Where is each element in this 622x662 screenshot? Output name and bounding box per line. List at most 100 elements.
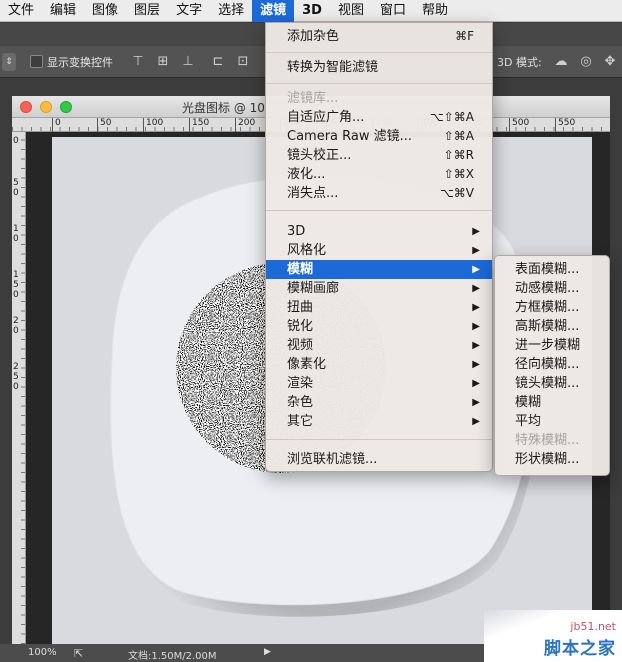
maximize-window-button[interactable] — [60, 101, 72, 113]
submenu-arrow-icon: ▶ — [472, 226, 480, 237]
ruler-left-label: 0 — [13, 136, 19, 146]
submenu-item-shape-blur[interactable]: 形状模糊... — [495, 450, 609, 469]
close-window-button[interactable] — [20, 101, 32, 113]
menu-item-distort[interactable]: 扭曲 ▶ — [266, 298, 492, 317]
menu-item-render[interactable]: 渲染 ▶ — [266, 374, 492, 393]
submenu-item-average[interactable]: 平均 — [495, 412, 609, 431]
status-arrow-icon[interactable]: ▶ — [264, 647, 271, 657]
ruler-left-label: 0 — [13, 382, 19, 392]
menu-item-label: 镜头校正... — [287, 148, 352, 163]
3d-mode-label: 3D 模式: — [497, 56, 542, 69]
submenu-item-blur-more[interactable]: 进一步模糊 — [495, 336, 609, 355]
menu-filter[interactable]: 滤镜 — [252, 0, 295, 22]
tool-preset-arrow-icon[interactable]: ⇕ — [2, 53, 16, 71]
zoom-level[interactable]: 100% — [28, 647, 57, 658]
menu-item-convert-smart-filter[interactable]: 转换为智能滤镜 — [266, 58, 492, 77]
menu-item-label: Camera Raw 滤镜... — [287, 129, 413, 144]
menu-item-label: 滤镜库... — [287, 91, 339, 106]
ruler-left-label: 0 — [13, 188, 19, 198]
ruler-top-label: 550 — [555, 118, 575, 132]
ruler-left-label: 5 — [13, 372, 19, 382]
menu-item-pixelate[interactable]: 像素化 ▶ — [266, 355, 492, 374]
menu-item-label: 浏览联机滤镜... — [287, 452, 378, 467]
menu-item-add-noise[interactable]: 添加杂色 ⌘F — [266, 27, 492, 46]
ruler-left-label: 0 — [13, 290, 19, 300]
menu-separator — [266, 52, 492, 53]
menu-item-stylize[interactable]: 风格化 ▶ — [266, 241, 492, 260]
submenu-item-gaussian-blur[interactable]: 高斯模糊... — [495, 317, 609, 336]
menu-item-label: 风格化 — [287, 243, 327, 258]
menu-item-lens-correction[interactable]: 镜头校正... ⇧⌘R — [266, 146, 492, 165]
menu-separator — [266, 439, 492, 440]
menu-item-label: 消失点... — [287, 186, 339, 201]
align-hcenter-icon[interactable]: ⊡ — [235, 54, 251, 70]
ruler-left-label: 2 — [13, 316, 19, 326]
menu-select[interactable]: 选择 — [210, 0, 252, 22]
submenu-arrow-icon: ▶ — [472, 378, 480, 389]
menu-separator — [266, 210, 492, 211]
ruler-left-label: 2 — [13, 362, 19, 372]
3d-orbit-icon[interactable]: ☁ — [553, 54, 569, 70]
menu-item-camera-raw[interactable]: Camera Raw 滤镜... ⇧⌘A — [266, 127, 492, 146]
menu-layer[interactable]: 图层 — [126, 0, 168, 22]
menu-item-3d[interactable]: 3D ▶ — [266, 222, 492, 241]
menu-item-label: 锐化 — [287, 319, 314, 334]
menu-item-shortcut: ⌥⌘V — [439, 186, 474, 200]
menu-window[interactable]: 窗口 — [372, 0, 414, 22]
menu-item-label: 扭曲 — [287, 300, 314, 315]
minimize-window-button[interactable] — [40, 101, 52, 113]
submenu-item-surface-blur[interactable]: 表面模糊... — [495, 260, 609, 279]
align-left-icon[interactable]: ⊏ — [210, 54, 226, 70]
document-title: 光盘图标 @ 10 — [182, 101, 265, 115]
ruler-left-label: 5 — [13, 178, 19, 188]
menu-item-vanishing-point[interactable]: 消失点... ⌥⌘V — [266, 184, 492, 203]
submenu-arrow-icon: ▶ — [472, 264, 480, 275]
3d-roll-icon[interactable]: ◎ — [578, 54, 594, 70]
menu-item-video[interactable]: 视频 ▶ — [266, 336, 492, 355]
menu-item-noise[interactable]: 杂色 ▶ — [266, 393, 492, 412]
menu-item-blur[interactable]: 模糊 ▶ — [266, 260, 492, 279]
ruler-left-label: 5 — [13, 280, 19, 290]
submenu-item-motion-blur[interactable]: 动感模糊... — [495, 279, 609, 298]
menu-view[interactable]: 视图 — [330, 0, 372, 22]
submenu-arrow-icon: ▶ — [472, 359, 480, 370]
submenu-item-lens-blur[interactable]: 镜头模糊... — [495, 374, 609, 393]
menu-type[interactable]: 文字 — [168, 0, 210, 22]
submenu-arrow-icon: ▶ — [472, 321, 480, 332]
watermark-name: 脚本之家 — [544, 639, 616, 659]
align-top-icon[interactable]: ⊤ — [130, 54, 146, 70]
menu-item-shortcut: ⌘F — [455, 29, 474, 43]
show-transform-controls-checkbox[interactable] — [30, 55, 43, 68]
submenu-item-box-blur[interactable]: 方框模糊... — [495, 298, 609, 317]
document-size: 文档:1.50M/2.00M — [128, 651, 217, 662]
menu-item-label: 模糊 — [287, 262, 314, 277]
filter-menu: 添加杂色 ⌘F 转换为智能滤镜 滤镜库... 自适应广角... ⌥⇧⌘A Cam… — [265, 22, 493, 472]
ruler-vertical[interactable]: 0 5 0 1 0 1 5 0 2 0 2 5 0 — [12, 132, 26, 644]
submenu-arrow-icon: ▶ — [472, 340, 480, 351]
menu-file[interactable]: 文件 — [0, 0, 42, 22]
menu-item-other[interactable]: 其它 ▶ — [266, 412, 492, 431]
menu-item-label: 杂色 — [287, 395, 314, 410]
menu-item-liquify[interactable]: 液化... ⇧⌘X — [266, 165, 492, 184]
menu-help[interactable]: 帮助 — [414, 0, 456, 22]
menu-item-blur-gallery[interactable]: 模糊画廊 ▶ — [266, 279, 492, 298]
menu-item-filter-gallery: 滤镜库... — [266, 89, 492, 108]
menu-item-label: 渲染 — [287, 376, 314, 391]
menu-item-sharpen[interactable]: 锐化 ▶ — [266, 317, 492, 336]
menu-item-adaptive-wide-angle[interactable]: 自适应广角... ⌥⇧⌘A — [266, 108, 492, 127]
menu-image[interactable]: 图像 — [84, 0, 126, 22]
submenu-item-radial-blur[interactable]: 径向模糊... — [495, 355, 609, 374]
3d-pan-icon[interactable]: ✥ — [602, 54, 618, 70]
show-transform-controls-label: 显示变换控件 — [47, 56, 113, 69]
menu-edit[interactable]: 编辑 — [42, 0, 84, 22]
ruler-left-label: 1 — [13, 224, 19, 234]
menu-3d[interactable]: 3D — [294, 0, 330, 22]
menu-item-browse-online-filters[interactable]: 浏览联机滤镜... — [266, 450, 492, 469]
ruler-top-label: 200 — [235, 118, 255, 132]
align-vcenter-icon[interactable]: ⊞ — [155, 54, 171, 70]
export-icon[interactable]: ⇱ — [74, 647, 83, 660]
submenu-item-smart-blur: 特殊模糊... — [515, 433, 580, 448]
menu-item-label: 像素化 — [287, 357, 327, 372]
submenu-item-blur[interactable]: 模糊 — [495, 393, 609, 412]
align-bottom-icon[interactable]: ⊥ — [180, 54, 196, 70]
